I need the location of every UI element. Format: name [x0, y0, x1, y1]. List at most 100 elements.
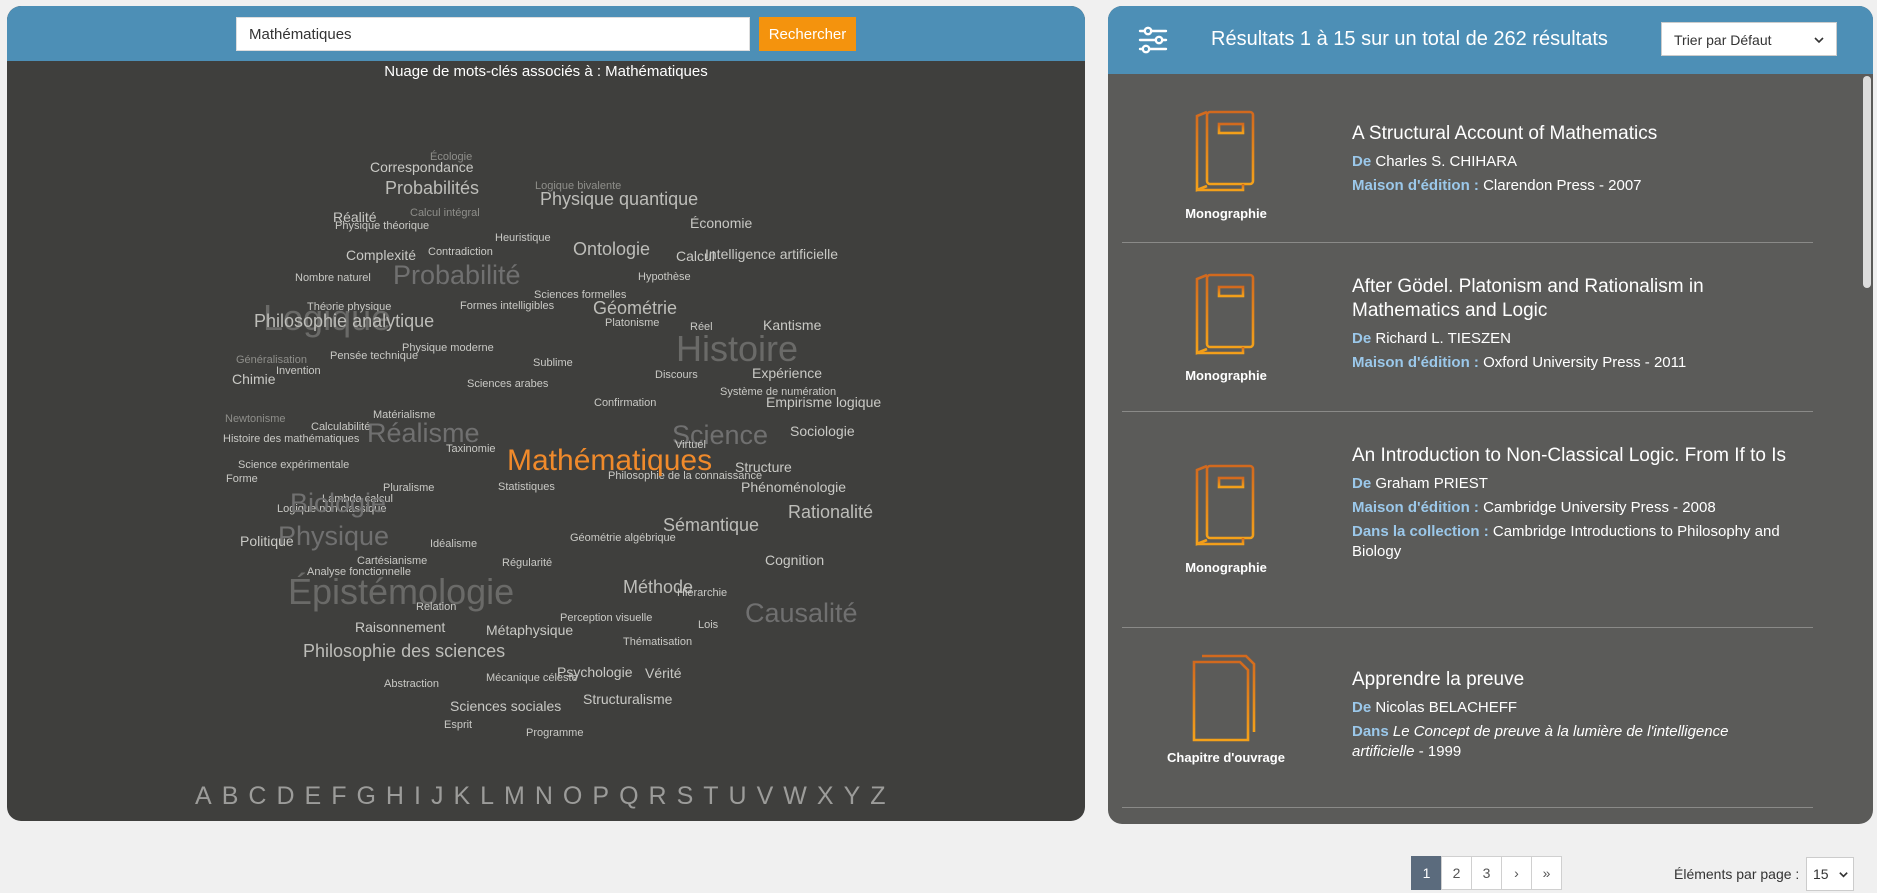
keyword-link[interactable]: Discours [655, 370, 698, 381]
alphabet-letter-n[interactable]: N [534, 782, 554, 811]
alphabet-letter-j[interactable]: J [430, 782, 445, 811]
result-title[interactable]: After Gödel. Platonism and Rationalism i… [1352, 275, 1792, 323]
alphabet-letter-l[interactable]: L [479, 782, 495, 811]
page-3-button[interactable]: 3 [1471, 856, 1502, 890]
keyword-link[interactable]: Mécanique céleste [486, 673, 578, 684]
keyword-link[interactable]: Empirisme logique [766, 395, 881, 409]
scrollbar[interactable] [1863, 76, 1871, 288]
author-name[interactable]: Graham PRIEST [1375, 475, 1488, 492]
keyword-link[interactable]: Programme [526, 728, 583, 739]
keyword-link[interactable]: Nombre naturel [295, 273, 371, 284]
keyword-link[interactable]: Esprit [444, 720, 472, 731]
keyword-link[interactable]: Taxinomie [446, 444, 496, 455]
main-keyword[interactable]: Mathématiques [507, 446, 712, 476]
alphabet-letter-t[interactable]: T [702, 782, 719, 811]
keyword-link[interactable]: Histoire [676, 331, 798, 367]
keyword-link[interactable]: Hypothèse [638, 272, 691, 283]
keyword-link[interactable]: Pensée technique [330, 351, 418, 362]
keyword-link[interactable]: Platonisme [605, 318, 659, 329]
alphabet-letter-k[interactable]: K [452, 782, 471, 811]
keyword-link[interactable]: Invention [276, 366, 321, 377]
keyword-link[interactable]: Probabilités [385, 179, 479, 197]
keyword-link[interactable]: Phénoménologie [741, 480, 846, 494]
keyword-link[interactable]: Cognition [765, 553, 824, 567]
keyword-link[interactable]: Politique [240, 534, 294, 548]
alphabet-letter-q[interactable]: Q [618, 782, 639, 811]
keyword-link[interactable]: Statistiques [498, 482, 555, 493]
alphabet-letter-b[interactable]: B [221, 782, 240, 811]
keyword-link[interactable]: Expérience [752, 366, 822, 380]
keyword-link[interactable]: Structuralisme [583, 692, 672, 706]
alphabet-letter-w[interactable]: W [782, 782, 808, 811]
keyword-link[interactable]: Géométrie [593, 299, 677, 317]
alphabet-letter-g[interactable]: G [355, 782, 376, 811]
keyword-link[interactable]: Physique théorique [335, 221, 429, 232]
keyword-link[interactable]: Causalité [745, 600, 858, 627]
result-item[interactable]: Monographie A Structural Account of Math… [1122, 76, 1813, 243]
keyword-link[interactable]: Sublime [533, 358, 573, 369]
alphabet-letter-c[interactable]: C [247, 782, 267, 811]
alphabet-letter-u[interactable]: U [728, 782, 748, 811]
keyword-link[interactable]: Heuristique [495, 233, 551, 244]
keyword-link[interactable]: Physique [278, 523, 389, 550]
keyword-link[interactable]: Réel [690, 322, 713, 333]
alphabet-letter-v[interactable]: V [756, 782, 775, 811]
alphabet-letter-o[interactable]: O [562, 782, 583, 811]
result-title[interactable]: An Introduction to Non-Classical Logic. … [1352, 444, 1792, 468]
keyword-link[interactable]: Perception visuelle [560, 613, 652, 624]
author-name[interactable]: Charles S. CHIHARA [1375, 153, 1517, 170]
keyword-link[interactable]: Confirmation [594, 398, 656, 409]
keyword-link[interactable]: Hiérarchie [677, 588, 727, 599]
keyword-link[interactable]: Idéalisme [430, 539, 477, 550]
alphabet-letter-z[interactable]: Z [869, 782, 886, 811]
keyword-link[interactable]: Sémantique [663, 516, 759, 534]
result-item[interactable]: Monographie After Gödel. Platonism and R… [1122, 243, 1813, 412]
keyword-link[interactable]: Philosophie analytique [254, 312, 434, 330]
keyword-link[interactable]: Sciences arabes [467, 379, 548, 390]
sort-select[interactable]: Trier par Défaut [1661, 22, 1837, 56]
page-2-button[interactable]: 2 [1441, 856, 1472, 890]
keyword-link[interactable]: Rationalité [788, 503, 873, 521]
page-1-button[interactable]: 1 [1411, 856, 1442, 890]
keyword-link[interactable]: Ontologie [573, 240, 650, 258]
keyword-link[interactable]: Géométrie algébrique [570, 533, 676, 544]
keyword-link[interactable]: Régularité [502, 558, 552, 569]
alphabet-letter-a[interactable]: A [194, 782, 213, 811]
keyword-link[interactable]: Abstraction [384, 679, 439, 690]
keyword-link[interactable]: Économie [690, 216, 752, 230]
keyword-link[interactable]: Philosophie des sciences [303, 642, 505, 660]
keyword-link[interactable]: Contradiction [428, 247, 493, 258]
keyword-link[interactable]: Vérité [645, 666, 682, 680]
keyword-link[interactable]: Raisonnement [355, 620, 445, 634]
result-item[interactable]: Monographie An Introduction to Non-Class… [1122, 412, 1813, 628]
filter-sliders-icon[interactable] [1138, 26, 1168, 54]
keyword-link[interactable]: Correspondance [370, 160, 474, 174]
keyword-link[interactable]: Science expérimentale [238, 460, 349, 471]
author-name[interactable]: Nicolas BELACHEFF [1375, 699, 1517, 716]
last-page-button[interactable]: » [1531, 856, 1562, 890]
keyword-link[interactable]: Épistémologie [288, 574, 514, 610]
keyword-link[interactable]: Relation [416, 602, 456, 613]
keyword-link[interactable]: Biologie [290, 490, 386, 517]
keyword-link[interactable]: Sociologie [790, 424, 855, 438]
alphabet-letter-p[interactable]: P [591, 782, 610, 811]
keyword-link[interactable]: Physique quantique [540, 190, 698, 208]
alphabet-letter-y[interactable]: Y [843, 782, 862, 811]
keyword-link[interactable]: Formes intelligibles [460, 301, 554, 312]
alphabet-letter-d[interactable]: D [275, 782, 295, 811]
per-page-select[interactable]: 15 [1806, 857, 1854, 891]
alphabet-letter-x[interactable]: X [816, 782, 835, 811]
alphabet-letter-e[interactable]: E [304, 782, 323, 811]
keyword-link[interactable]: Calculabilité [311, 422, 370, 433]
source-title[interactable]: Le Concept de preuve à la lumière de l'i… [1352, 723, 1728, 760]
keyword-link[interactable]: Histoire des mathématiques [223, 434, 359, 445]
result-title[interactable]: Apprendre la preuve [1352, 668, 1792, 692]
keyword-link[interactable]: Forme [226, 474, 258, 485]
result-item[interactable]: Chapitre d'ouvrage Apprendre la preuve D… [1122, 628, 1813, 808]
alphabet-letter-i[interactable]: I [413, 782, 422, 811]
keyword-link[interactable]: Thématisation [623, 637, 692, 648]
keyword-link[interactable]: Métaphysique [486, 623, 573, 637]
alphabet-letter-s[interactable]: S [676, 782, 695, 811]
alphabet-letter-f[interactable]: F [330, 782, 347, 811]
alphabet-letter-m[interactable]: M [503, 782, 526, 811]
